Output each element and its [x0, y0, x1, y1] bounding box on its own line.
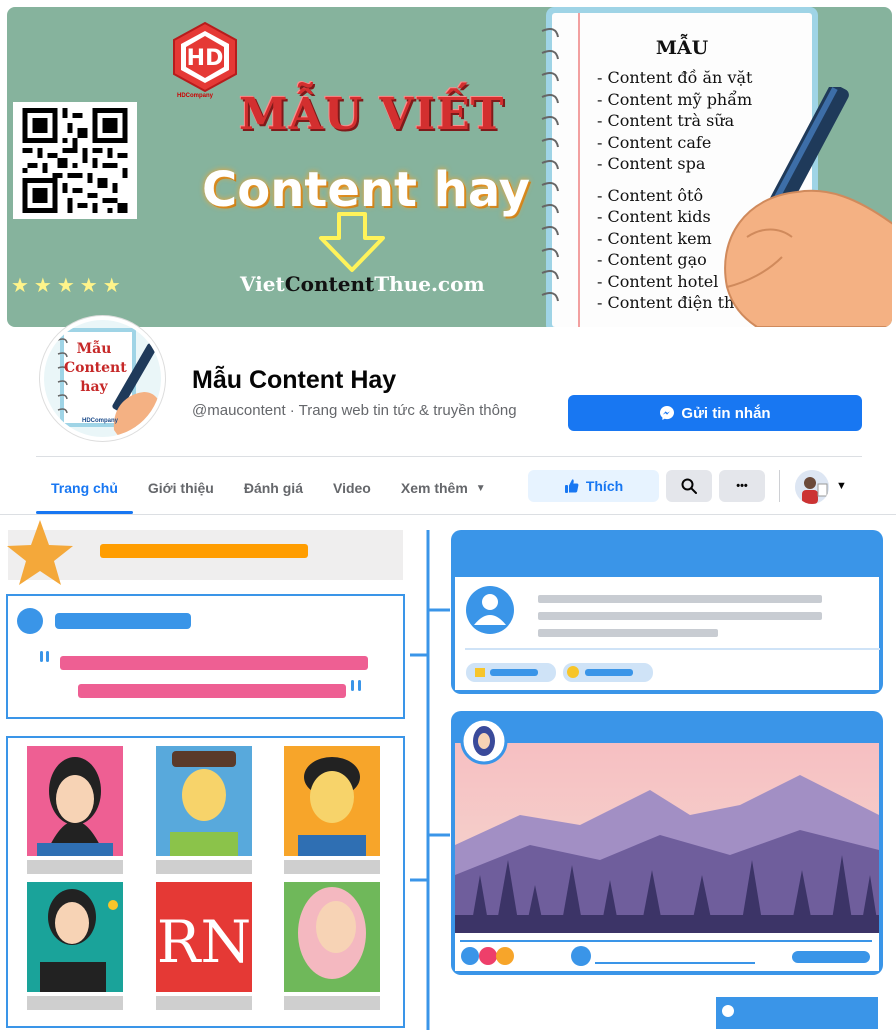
spiral-binding [541, 28, 559, 302]
cover-subheadline: Content hay [202, 162, 531, 218]
site-url-middle: Content [284, 272, 375, 296]
more-icon: ••• [736, 480, 748, 492]
caret-down-icon: ▼ [475, 482, 486, 494]
messenger-icon [660, 406, 675, 420]
page-handle: @maucontent · Trang web tin tức & truyền… [192, 402, 517, 419]
hand-with-pen-icon [724, 87, 892, 327]
send-message-label: Gửi tin nhắn [681, 404, 771, 422]
user-avatar-icon [795, 470, 829, 504]
svg-text:RN: RN [157, 908, 251, 976]
rating-stars: ★★★★★ [11, 275, 126, 297]
svg-text:HD: HD [187, 46, 224, 71]
tab-about[interactable]: Giới thiệu [133, 462, 229, 514]
tab-more[interactable]: Xem thêm ▼ [386, 462, 501, 514]
caret-down-icon[interactable]: ▼ [836, 480, 847, 492]
send-message-button[interactable]: Gửi tin nhắn [568, 395, 862, 431]
tab-label: Giới thiệu [147, 480, 214, 496]
search-icon [681, 478, 697, 494]
hd-logo: HD [173, 21, 237, 93]
arrow-down-icon [319, 212, 385, 272]
tab-label: Trang chủ [51, 480, 118, 496]
notepad-item: - Content đồ ăn vặt [597, 68, 753, 87]
avatar-subtext: HDCompany [82, 418, 119, 424]
site-url: VietContentThue.com [240, 272, 485, 296]
tab-home[interactable]: Trang chủ [36, 462, 133, 514]
viewer-avatar[interactable] [795, 470, 829, 504]
facebook-page: HD HDCompany MẪU VIẾT Content hay VietCo… [0, 0, 896, 1035]
search-button[interactable] [666, 470, 712, 502]
qr-code [13, 102, 137, 219]
cover-headline: MẪU VIẾT [239, 89, 505, 140]
tab-video[interactable]: Video [318, 462, 386, 514]
tab-label: Đánh giá [243, 480, 303, 496]
cover-photo[interactable]: HD HDCompany MẪU VIẾT Content hay VietCo… [7, 7, 892, 327]
feed-mockup-graphic: RN [6, 520, 883, 1030]
page-title: Mẫu Content Hay [192, 366, 397, 394]
thumbs-up-icon [564, 479, 579, 493]
tab-label: Video [332, 480, 371, 496]
page-tabs: Trang chủ Giới thiệu Đánh giá Video Xem … [36, 462, 501, 514]
tab-reviews[interactable]: Đánh giá [229, 462, 318, 514]
tab-label: Xem thêm [400, 480, 468, 496]
nav-separator [779, 470, 780, 502]
notepad-title: MẪU [655, 37, 709, 59]
like-button[interactable]: Thích [528, 470, 659, 502]
nav-divider [36, 456, 862, 457]
feed-illustration: RN [0, 515, 896, 1035]
logo-subtext: HDCompany [177, 93, 214, 99]
page-avatar[interactable]: Mẫu Content hay HDCompany [40, 316, 165, 441]
site-url-suffix: Thue.com [374, 272, 485, 296]
more-options-button[interactable]: ••• [719, 470, 765, 502]
avatar-text: Mẫu Content hay [64, 341, 127, 395]
site-url-prefix: Viet [240, 272, 285, 296]
like-button-label: Thích [585, 478, 624, 494]
